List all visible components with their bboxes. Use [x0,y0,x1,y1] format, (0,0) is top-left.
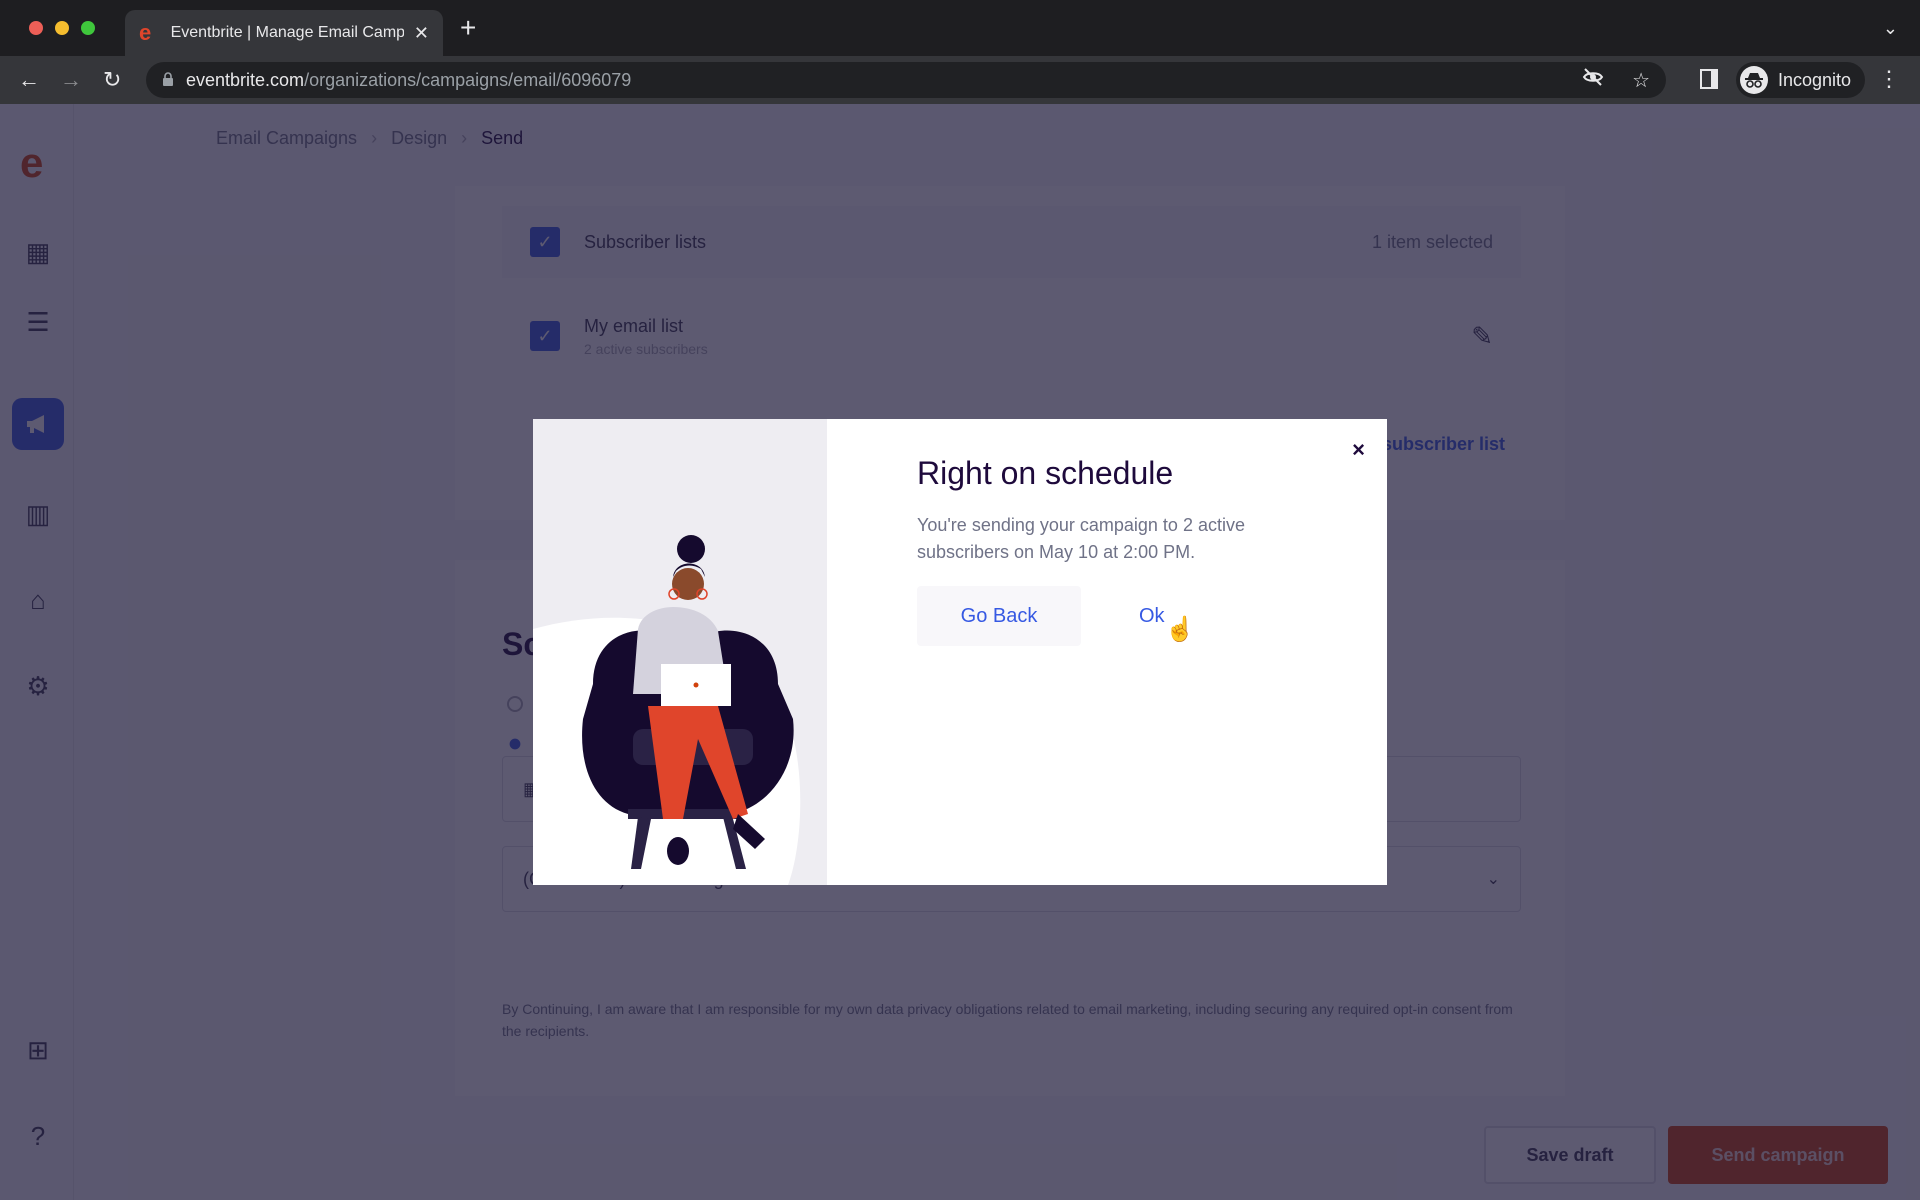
minimize-window-button[interactable] [55,21,69,35]
ok-button[interactable]: Ok [1135,597,1169,636]
tab-search-chevron-icon[interactable]: ⌄ [1883,18,1898,39]
dialog-title: Right on schedule [917,455,1174,491]
dialog-body: × Right on schedule You're sending your … [827,419,1387,885]
address-bar[interactable]: eventbrite.com /organizations/campaigns/… [146,62,1666,98]
incognito-label: Incognito [1778,69,1852,90]
browser-titlebar: e Eventbrite | Manage Email Campaigns ✕ … [0,0,1920,56]
incognito-profile-button[interactable]: Incognito [1736,62,1866,98]
forward-arrow-icon[interactable]: → [60,66,82,94]
schedule-confirmation-dialog: × Right on schedule You're sending your … [533,419,1387,885]
close-dialog-x-icon[interactable]: × [1352,439,1365,461]
reload-icon[interactable]: ↻ [103,66,121,94]
dialog-actions: Go Back Ok [917,586,1387,646]
side-panel-icon[interactable] [1700,69,1718,89]
url-path: /organizations/campaigns/email/6096079 [304,69,632,90]
new-tab-button[interactable]: + [460,14,476,42]
lock-icon[interactable] [162,71,174,89]
back-arrow-icon[interactable]: ← [18,66,40,94]
close-tab-icon[interactable]: ✕ [414,23,429,44]
bookmark-star-icon[interactable]: ☆ [1632,68,1650,93]
close-window-button[interactable] [29,21,43,35]
tab-title: Eventbrite | Manage Email Campaigns [170,24,404,41]
browser-tab-active[interactable]: e Eventbrite | Manage Email Campaigns ✕ [125,10,443,56]
go-back-button[interactable]: Go Back [917,586,1081,646]
woman-in-armchair-illustration [533,419,827,885]
url-host: eventbrite.com [186,69,305,90]
browser-toolbar: ← → ↻ eventbrite.com /organizations/camp… [0,56,1920,104]
tracking-protection-eye-off-icon[interactable] [1582,68,1604,93]
incognito-icon [1740,66,1768,94]
browser-menu-icon[interactable]: ⋮ [1878,66,1900,92]
maximize-window-button[interactable] [81,21,95,35]
eventbrite-favicon-icon: e [139,20,152,45]
dialog-message: You're sending your campaign to 2 active… [917,515,1245,562]
